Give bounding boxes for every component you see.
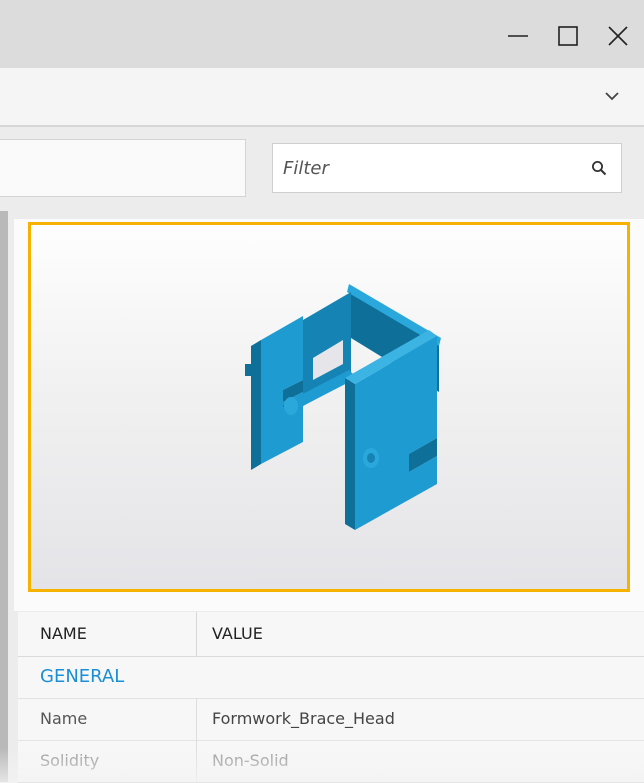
- column-header-name[interactable]: NAME: [40, 624, 87, 643]
- maximize-icon: [558, 26, 578, 46]
- maximize-button[interactable]: [550, 18, 586, 54]
- column-divider: [196, 740, 197, 782]
- column-header-value[interactable]: VALUE: [212, 624, 263, 643]
- search-strip: [0, 127, 644, 211]
- formwork-brace-head-model: [245, 284, 441, 530]
- column-divider: [196, 698, 197, 740]
- group-label: GENERAL: [40, 666, 125, 687]
- property-value: Non-Solid: [212, 751, 289, 770]
- property-key: Solidity: [40, 751, 100, 770]
- property-key: Name: [40, 709, 88, 728]
- property-group-general[interactable]: GENERAL: [18, 656, 644, 699]
- filter-input[interactable]: [273, 143, 577, 193]
- panel-splitter[interactable]: [0, 211, 8, 782]
- minimize-button[interactable]: [500, 18, 536, 54]
- properties-header: NAME VALUE: [18, 612, 644, 657]
- search-field[interactable]: [0, 139, 246, 197]
- search-button[interactable]: [577, 144, 621, 192]
- expand-toolbar-button[interactable]: [598, 82, 626, 110]
- column-divider[interactable]: [196, 612, 197, 656]
- filter-box[interactable]: [272, 143, 622, 193]
- search-icon: [592, 161, 607, 176]
- property-value: Formwork_Brace_Head: [212, 709, 395, 728]
- properties-table: NAME VALUE GENERAL Name Formwork_Brace_H…: [18, 612, 644, 783]
- model-preview[interactable]: [28, 222, 630, 592]
- close-icon: [608, 26, 628, 46]
- minimize-icon: [508, 35, 528, 37]
- close-button[interactable]: [600, 18, 636, 54]
- property-row-name[interactable]: Name Formwork_Brace_Head: [18, 698, 644, 741]
- chevron-down-icon: [605, 92, 619, 101]
- property-row-solidity[interactable]: Solidity Non-Solid: [18, 740, 644, 783]
- title-bar: [0, 0, 644, 68]
- toolbar: [0, 68, 644, 127]
